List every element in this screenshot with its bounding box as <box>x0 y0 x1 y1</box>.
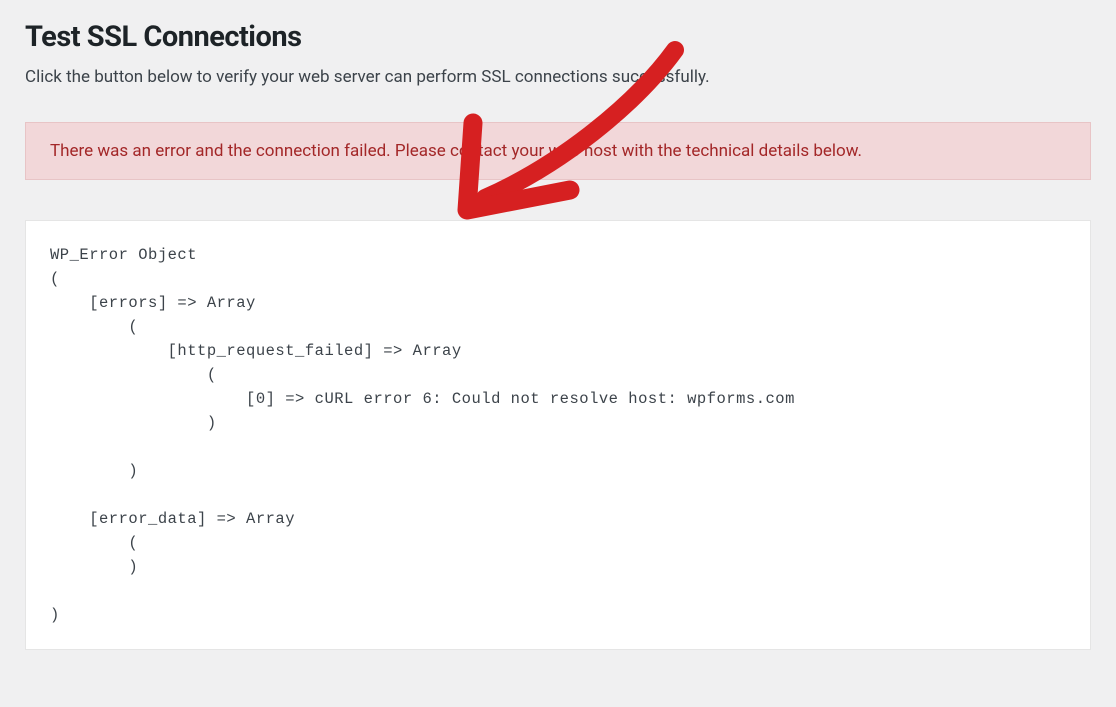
page-title: Test SSL Connections <box>25 20 1091 54</box>
error-details-code: WP_Error Object ( [errors] => Array ( [h… <box>25 220 1091 650</box>
error-alert: There was an error and the connection fa… <box>25 122 1091 180</box>
page-subtitle: Click the button below to verify your we… <box>25 66 1091 90</box>
